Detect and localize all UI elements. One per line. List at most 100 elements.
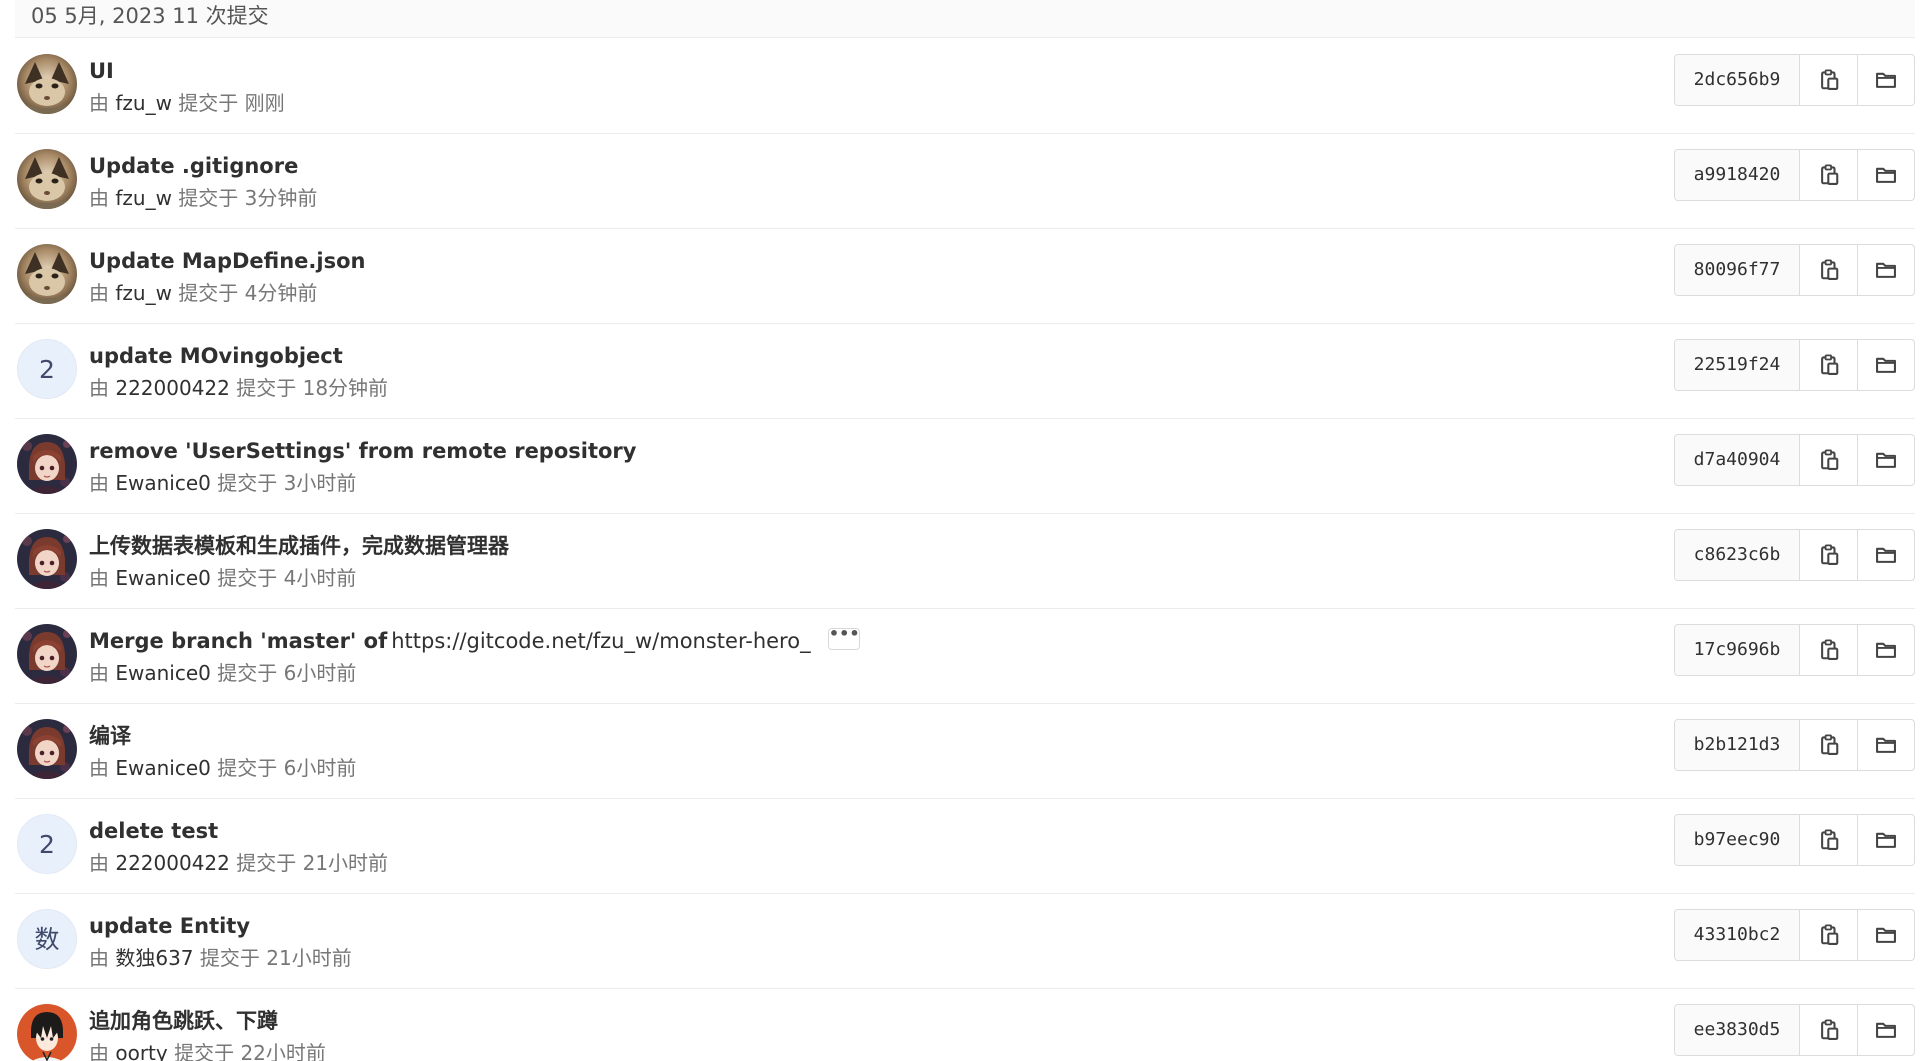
copy-sha-button[interactable] xyxy=(1800,245,1857,295)
commit-title[interactable]: update MOvingobject xyxy=(89,344,343,368)
commit-sha[interactable]: b97eec90 xyxy=(1675,815,1800,865)
browse-files-button[interactable] xyxy=(1857,435,1914,485)
commit-sha[interactable]: 22519f24 xyxy=(1675,340,1800,390)
commit-sha[interactable]: 80096f77 xyxy=(1675,245,1800,295)
clipboard-icon xyxy=(1820,924,1838,945)
cat-avatar-icon xyxy=(17,54,77,114)
browse-files-button[interactable] xyxy=(1857,1005,1914,1055)
commit-time: 3分钟前 xyxy=(244,186,318,210)
commit-row: 2 delete test 由 222000422 提交于 21小时前 b97e… xyxy=(15,799,1915,894)
clipboard-icon xyxy=(1820,1019,1838,1040)
commit-time: 3小时前 xyxy=(283,471,357,495)
commit-meta: 由 数独637 提交于 21小时前 xyxy=(89,945,352,971)
commit-title-link[interactable]: https://gitcode.net/fzu_w/monster-hero_ xyxy=(391,629,810,653)
copy-sha-button[interactable] xyxy=(1800,1005,1857,1055)
commit-title[interactable]: Update MapDefine.json xyxy=(89,249,365,273)
commit-author[interactable]: fzu_w xyxy=(115,281,172,305)
commit-author[interactable]: 222000422 xyxy=(115,376,230,400)
commit-sha[interactable]: d7a40904 xyxy=(1675,435,1800,485)
committed-word: 提交于 xyxy=(217,471,278,495)
cat-avatar-icon xyxy=(17,244,77,304)
commit-title[interactable]: Merge branch 'master' of xyxy=(89,629,387,653)
copy-sha-button[interactable] xyxy=(1800,150,1857,200)
commit-meta: 由 fzu_w 提交于 4分钟前 xyxy=(89,280,317,306)
commit-author[interactable]: oorty xyxy=(115,1041,167,1061)
expand-message-button[interactable]: ••• xyxy=(827,626,860,650)
commit-meta: 由 222000422 提交于 18分钟前 xyxy=(89,375,388,401)
copy-sha-button[interactable] xyxy=(1800,910,1857,960)
commit-sha[interactable]: 17c9696b xyxy=(1675,625,1800,675)
anime-avatar-icon xyxy=(17,529,77,589)
clipboard-icon xyxy=(1820,449,1838,470)
by-prefix: 由 xyxy=(89,186,109,210)
browse-files-button[interactable] xyxy=(1857,815,1914,865)
folder-icon xyxy=(1876,547,1896,563)
avatar[interactable] xyxy=(17,1004,77,1061)
copy-sha-button[interactable] xyxy=(1800,435,1857,485)
commit-history-page: 05 5月, 2023 11 次提交 UI 由 fzu_w 提交于 刚刚 2dc… xyxy=(0,0,1931,1061)
copy-sha-button[interactable] xyxy=(1800,720,1857,770)
avatar[interactable] xyxy=(17,529,77,589)
by-prefix: 由 xyxy=(89,376,109,400)
copy-sha-button[interactable] xyxy=(1800,530,1857,580)
commit-title[interactable]: UI xyxy=(89,59,114,83)
avatar[interactable] xyxy=(17,719,77,779)
commit-sha[interactable]: a9918420 xyxy=(1675,150,1800,200)
folder-icon xyxy=(1876,737,1896,753)
browse-files-button[interactable] xyxy=(1857,245,1914,295)
commit-actions: 2dc656b9 xyxy=(1674,54,1915,106)
commit-author[interactable]: Ewanice0 xyxy=(115,566,211,590)
commit-meta: 由 Ewanice0 提交于 3小时前 xyxy=(89,470,356,496)
avatar[interactable]: 2 xyxy=(17,814,77,874)
copy-sha-button[interactable] xyxy=(1800,55,1857,105)
commit-title[interactable]: remove 'UserSettings' from remote reposi… xyxy=(89,439,636,463)
day-header: 05 5月, 2023 11 次提交 xyxy=(15,0,1915,38)
commit-author[interactable]: Ewanice0 xyxy=(115,661,211,685)
commit-sha[interactable]: ee3830d5 xyxy=(1675,1005,1800,1055)
commit-title[interactable]: update Entity xyxy=(89,914,250,938)
commit-author[interactable]: 数独637 xyxy=(115,946,193,970)
browse-files-button[interactable] xyxy=(1857,720,1914,770)
browse-files-button[interactable] xyxy=(1857,340,1914,390)
committed-word: 提交于 xyxy=(217,566,278,590)
clipboard-icon xyxy=(1820,639,1838,660)
avatar[interactable] xyxy=(17,434,77,494)
avatar[interactable] xyxy=(17,54,77,114)
commit-sha[interactable]: 2dc656b9 xyxy=(1675,55,1800,105)
avatar[interactable]: 数 xyxy=(17,909,77,969)
browse-files-button[interactable] xyxy=(1857,530,1914,580)
commit-sha[interactable]: c8623c6b xyxy=(1675,530,1800,580)
anime-avatar-icon xyxy=(17,624,77,684)
commit-list: UI 由 fzu_w 提交于 刚刚 2dc656b9 Update .gitig… xyxy=(15,39,1915,1061)
folder-icon xyxy=(1876,927,1896,943)
copy-sha-button[interactable] xyxy=(1800,815,1857,865)
commit-title[interactable]: 编译 xyxy=(89,724,131,748)
commit-author[interactable]: fzu_w xyxy=(115,91,172,115)
browse-files-button[interactable] xyxy=(1857,150,1914,200)
avatar[interactable] xyxy=(17,624,77,684)
commit-author[interactable]: Ewanice0 xyxy=(115,471,211,495)
committed-word: 提交于 xyxy=(236,376,297,400)
browse-files-button[interactable] xyxy=(1857,625,1914,675)
commit-row: 2 update MOvingobject 由 222000422 提交于 18… xyxy=(15,324,1915,419)
by-prefix: 由 xyxy=(89,851,109,875)
commit-title[interactable]: 上传数据表模板和生成插件，完成数据管理器 xyxy=(89,534,509,558)
commit-title[interactable]: Update .gitignore xyxy=(89,154,298,178)
browse-files-button[interactable] xyxy=(1857,55,1914,105)
commit-title-line: 编译 xyxy=(89,722,131,750)
commit-author[interactable]: fzu_w xyxy=(115,186,172,210)
avatar[interactable]: 2 xyxy=(17,339,77,399)
browse-files-button[interactable] xyxy=(1857,910,1914,960)
commit-title[interactable]: 追加角色跳跃、下蹲 xyxy=(89,1009,278,1033)
commit-author[interactable]: Ewanice0 xyxy=(115,756,211,780)
commit-sha[interactable]: b2b121d3 xyxy=(1675,720,1800,770)
copy-sha-button[interactable] xyxy=(1800,625,1857,675)
commit-actions: 80096f77 xyxy=(1674,244,1915,296)
commit-sha[interactable]: 43310bc2 xyxy=(1675,910,1800,960)
commit-author[interactable]: 222000422 xyxy=(115,851,230,875)
commit-title[interactable]: delete test xyxy=(89,819,218,843)
avatar[interactable] xyxy=(17,149,77,209)
avatar[interactable] xyxy=(17,244,77,304)
copy-sha-button[interactable] xyxy=(1800,340,1857,390)
clipboard-icon xyxy=(1820,829,1838,850)
